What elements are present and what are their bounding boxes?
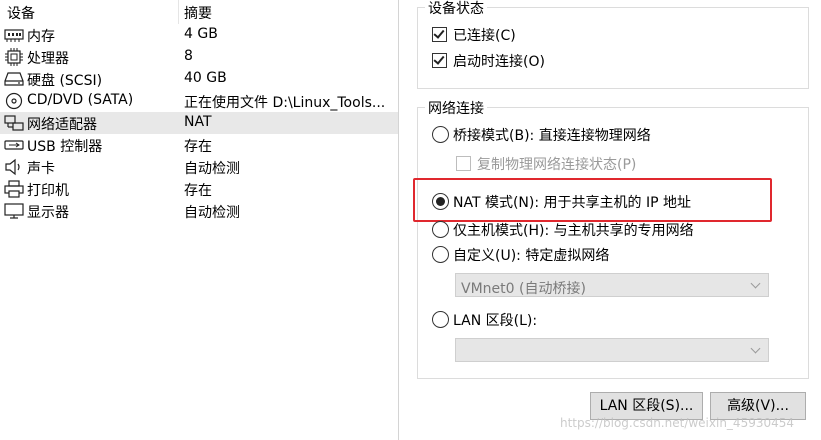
sound-card-icon bbox=[5, 158, 20, 176]
device-summary: 4 GB bbox=[184, 26, 218, 42]
cd-dvd-icon bbox=[5, 92, 23, 110]
network-connection-title: 网络连接 bbox=[425, 98, 487, 118]
device-row-sound-card[interactable]: 声卡 自动检测 bbox=[0, 156, 398, 178]
nat-radio[interactable] bbox=[432, 193, 449, 210]
device-name: 打印机 bbox=[27, 183, 69, 199]
device-row-cd-dvd[interactable]: CD/DVD (SATA) 正在使用文件 D:\Linux_Tools... bbox=[0, 90, 398, 112]
device-status-title: 设备状态 bbox=[425, 0, 487, 18]
host-only-radio[interactable] bbox=[432, 221, 449, 238]
device-summary: 自动检测 bbox=[184, 205, 240, 221]
lan-segment-radio[interactable] bbox=[432, 311, 449, 328]
lan-segment-select[interactable] bbox=[455, 338, 769, 362]
usb-icon bbox=[4, 140, 24, 150]
check-icon bbox=[433, 27, 445, 39]
custom-radio[interactable] bbox=[432, 246, 449, 263]
replicate-state-label[interactable]: 复制物理网络连接状态(P) bbox=[477, 154, 636, 174]
device-summary: 存在 bbox=[184, 139, 212, 155]
device-summary: NAT bbox=[184, 114, 212, 130]
connected-label[interactable]: 已连接(C) bbox=[453, 25, 516, 45]
processor-icon bbox=[5, 48, 23, 66]
chevron-down-icon bbox=[750, 278, 761, 289]
column-header-device[interactable]: 设备 bbox=[7, 3, 35, 23]
column-header-summary[interactable]: 摘要 bbox=[184, 3, 212, 23]
custom-label[interactable]: 自定义(U): 特定虚拟网络 bbox=[453, 245, 609, 265]
device-summary: 正在使用文件 D:\Linux_Tools... bbox=[184, 95, 386, 111]
device-summary: 存在 bbox=[184, 183, 212, 199]
column-separator[interactable] bbox=[178, 0, 179, 24]
custom-network-value: VMnet0 (自动桥接) bbox=[461, 281, 586, 297]
device-name: 内存 bbox=[27, 29, 55, 45]
device-list-header: 设备 摘要 bbox=[0, 0, 398, 24]
device-summary: 40 GB bbox=[184, 70, 227, 86]
watermark: https://blog.csdn.net/weixin_45930454 bbox=[560, 416, 795, 430]
device-row-memory[interactable]: 内存 4 GB bbox=[0, 24, 398, 46]
device-name: 处理器 bbox=[27, 51, 69, 67]
bridged-label[interactable]: 桥接模式(B): 直接连接物理网络 bbox=[453, 125, 651, 145]
check-icon bbox=[433, 53, 445, 65]
harddisk-icon bbox=[4, 72, 24, 86]
device-name: 硬盘 (SCSI) bbox=[27, 73, 103, 89]
device-row-display[interactable]: 显示器 自动检测 bbox=[0, 200, 398, 222]
device-name: 显示器 bbox=[27, 205, 69, 221]
connected-checkbox[interactable] bbox=[432, 27, 447, 42]
device-status-group: 设备状态 bbox=[417, 0, 809, 89]
device-row-processor[interactable]: 处理器 8 bbox=[0, 46, 398, 68]
lan-segment-label[interactable]: LAN 区段(L): bbox=[453, 310, 537, 330]
connect-at-power-on-checkbox[interactable] bbox=[432, 53, 447, 68]
device-row-printer[interactable]: 打印机 存在 bbox=[0, 178, 398, 200]
memory-icon bbox=[4, 29, 24, 42]
device-name: USB 控制器 bbox=[27, 139, 103, 155]
radio-dot bbox=[436, 197, 445, 206]
display-icon bbox=[4, 203, 24, 219]
replicate-state-checkbox[interactable] bbox=[456, 156, 471, 171]
connect-at-power-on-label[interactable]: 启动时连接(O) bbox=[453, 51, 545, 71]
device-name: 网络适配器 bbox=[27, 117, 97, 133]
chevron-down-icon bbox=[750, 343, 761, 354]
device-summary: 8 bbox=[184, 48, 193, 64]
device-row-usb[interactable]: USB 控制器 存在 bbox=[0, 134, 398, 156]
device-rows: 内存 4 GB 处理器 8 硬盘 (SCSI) 40 GB CD/DVD (SA… bbox=[0, 24, 398, 222]
nat-label[interactable]: NAT 模式(N): 用于共享主机的 IP 地址 bbox=[453, 192, 691, 212]
bridged-radio[interactable] bbox=[432, 126, 449, 143]
network-adapter-icon bbox=[4, 115, 24, 131]
device-name: 声卡 bbox=[27, 161, 55, 177]
device-list: 设备 摘要 内存 4 GB 处理器 8 硬盘 (SCSI) 40 GB CD/D… bbox=[0, 0, 398, 440]
printer-icon bbox=[4, 180, 24, 198]
device-summary: 自动检测 bbox=[184, 161, 240, 177]
device-name: CD/DVD (SATA) bbox=[27, 92, 134, 108]
device-row-harddisk[interactable]: 硬盘 (SCSI) 40 GB bbox=[0, 68, 398, 90]
host-only-label[interactable]: 仅主机模式(H): 与主机共享的专用网络 bbox=[453, 220, 694, 240]
custom-network-select[interactable]: VMnet0 (自动桥接) bbox=[455, 273, 769, 297]
device-row-network-adapter[interactable]: 网络适配器 NAT bbox=[0, 112, 398, 134]
settings-panel: 设备状态 已连接(C) 启动时连接(O) 网络连接 桥接模式(B): 直接连接物… bbox=[399, 0, 821, 440]
